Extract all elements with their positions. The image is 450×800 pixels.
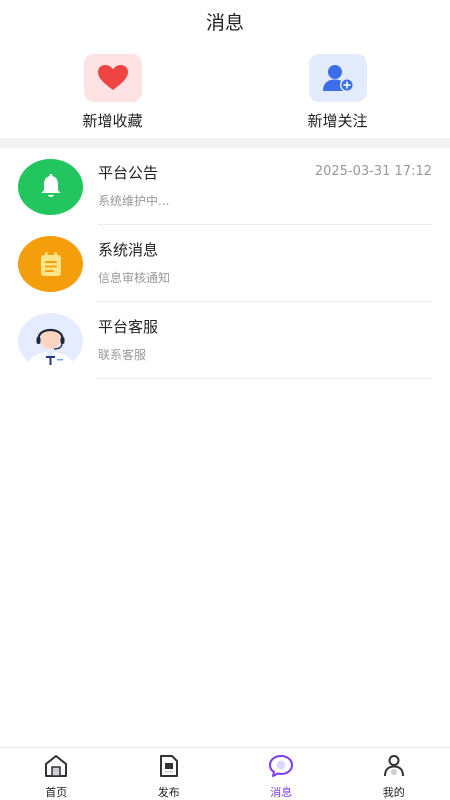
tab-label: 首页 — [45, 786, 68, 799]
bell-icon — [18, 158, 83, 215]
tab-profile[interactable]: 我的 — [338, 748, 450, 800]
page-title: 消息 — [205, 11, 244, 34]
message-preview: 系统维护中... — [98, 194, 170, 208]
message-preview: 联系客服 — [98, 348, 147, 362]
bottom-tab-bar: 首页 发布 消息 我的 — [0, 747, 450, 800]
list-item-platform-announcement[interactable]: 平台公告 系统维护中... 2025-03-31 17:12 — [18, 148, 432, 225]
new-favorites-label: 新增收藏 — [82, 112, 143, 130]
message-list: 平台公告 系统维护中... 2025-03-31 17:12 系统消息 信息审核… — [0, 148, 450, 379]
message-title: 平台客服 — [98, 318, 159, 336]
section-divider — [0, 138, 450, 148]
add-user-icon — [308, 54, 367, 102]
quick-actions: 新增收藏 新增关注 — [0, 42, 450, 138]
profile-icon — [382, 754, 406, 782]
tab-publish[interactable]: 发布 — [113, 748, 226, 800]
header: 消息 — [0, 0, 450, 42]
notepad-icon — [18, 235, 83, 292]
heart-icon — [83, 54, 142, 102]
list-item-customer-service[interactable]: 平台客服 联系客服 — [18, 302, 432, 379]
message-icon — [268, 754, 294, 782]
message-time: 2025-03-31 17:12 — [314, 164, 432, 179]
home-icon — [43, 754, 69, 782]
publish-icon — [157, 754, 181, 782]
new-favorites-button[interactable]: 新增收藏 — [0, 54, 225, 138]
new-follows-label: 新增关注 — [307, 112, 368, 130]
tab-label: 发布 — [157, 786, 180, 799]
message-title: 系统消息 — [98, 241, 159, 259]
new-follows-button[interactable]: 新增关注 — [225, 54, 450, 138]
tab-messages[interactable]: 消息 — [225, 748, 338, 800]
customer-service-icon — [18, 312, 83, 369]
message-preview: 信息审核通知 — [98, 271, 171, 285]
tab-label: 消息 — [270, 786, 293, 799]
tab-label: 我的 — [382, 786, 405, 799]
message-title: 平台公告 — [98, 164, 159, 182]
tab-home[interactable]: 首页 — [0, 748, 113, 800]
list-item-system-message[interactable]: 系统消息 信息审核通知 — [18, 225, 432, 302]
